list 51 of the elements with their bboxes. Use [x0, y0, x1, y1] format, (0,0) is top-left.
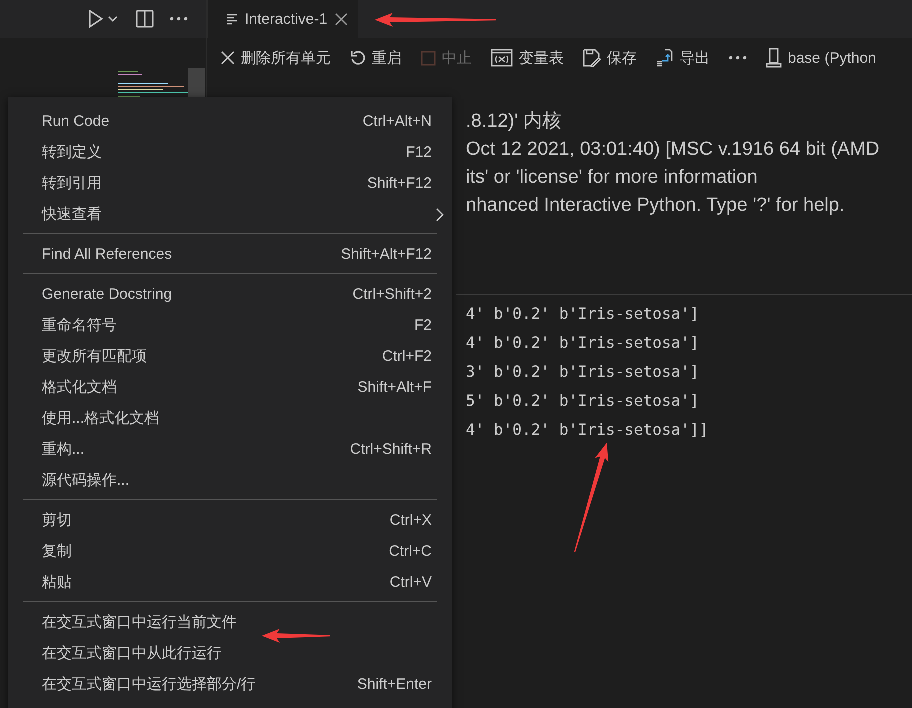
menu-item[interactable]: 转到引用 Shift+F12 [8, 168, 452, 199]
menu-item[interactable]: 快速查看 [8, 199, 452, 230]
more-button[interactable] [170, 17, 188, 21]
save-icon [583, 49, 601, 67]
menu-item[interactable]: Generate Docstring Ctrl+Shift+2 [8, 279, 452, 310]
export-button[interactable]: 导出 [656, 48, 710, 68]
output-line: 4' b'0.2' b'Iris-setosa'] [466, 304, 700, 325]
menu-item[interactable]: 使用...格式化文档 [8, 403, 452, 434]
menu-item[interactable]: 复制 Ctrl+C [8, 536, 452, 567]
output-line: 4' b'0.2' b'Iris-setosa'] [466, 333, 700, 354]
menu-item[interactable]: 在交互式窗口中运行选择部分/行 Shift+Enter [8, 669, 452, 700]
output-line: 4' b'0.2' b'Iris-setosa']] [466, 420, 710, 441]
kernel-info-text: its' or 'license' for more information [466, 166, 759, 190]
menu-item[interactable]: 在交互式窗口中从此行运行 [8, 638, 452, 669]
menu-item[interactable]: Find All References Shift+Alt+F12 [8, 239, 452, 270]
kernel-info-text: Oct 12 2021, 03:01:40) [MSC v.1916 64 bit (AMD [466, 138, 881, 162]
menu-item[interactable]: 重构... Ctrl+Shift+R [8, 434, 452, 465]
menu-item[interactable]: 重命名符号 F2 [8, 310, 452, 341]
output-line: 5' b'0.2' b'Iris-setosa'] [466, 391, 700, 412]
restart-button[interactable]: 重启 [350, 48, 402, 68]
close-tab-button[interactable] [334, 12, 348, 26]
kernel-info-text: nhanced Interactive Python. Type '?' for help. [466, 194, 846, 218]
close-icon [221, 51, 235, 65]
menu-item[interactable]: 在交互式窗口中运行当前文件 [8, 607, 452, 638]
more-button[interactable] [729, 56, 747, 60]
more-icon [729, 56, 747, 60]
menu-item[interactable]: 源代码操作... [8, 465, 452, 496]
restart-icon [350, 50, 366, 66]
menu-item[interactable]: Run Code Ctrl+Alt+N [8, 106, 452, 137]
variables-icon [491, 49, 513, 67]
run-button[interactable] [88, 10, 104, 28]
menu-item[interactable]: 剪切 Ctrl+X [8, 505, 452, 536]
chevron-right-icon [436, 208, 444, 222]
run-menu-button[interactable] [108, 15, 118, 23]
output-line: 3' b'0.2' b'Iris-setosa'] [466, 362, 700, 383]
menu-item[interactable]: 粘贴 Ctrl+V [8, 567, 452, 598]
kernel-button[interactable]: base (Python [766, 48, 876, 68]
kernel-info-text: .8.12)' 内核 [466, 110, 562, 134]
clear-all-button[interactable]: 删除所有单元 [221, 48, 331, 68]
menu-item[interactable]: 更改所有匹配项 Ctrl+F2 [8, 341, 452, 372]
export-icon [656, 49, 674, 67]
server-icon [766, 48, 782, 68]
menu-item[interactable]: 格式化文档 Shift+Alt+F [8, 372, 452, 403]
annotation-arrow [262, 629, 330, 643]
menu-item[interactable]: 转到定义 F12 [8, 137, 452, 168]
editor-tab[interactable]: Interactive-1 [207, 0, 358, 38]
variables-button[interactable]: 变量表 [491, 48, 564, 68]
save-button[interactable]: 保存 [583, 48, 637, 68]
stop-icon [421, 50, 436, 66]
split-editor-button[interactable] [136, 10, 154, 28]
file-lines-icon [226, 13, 238, 25]
